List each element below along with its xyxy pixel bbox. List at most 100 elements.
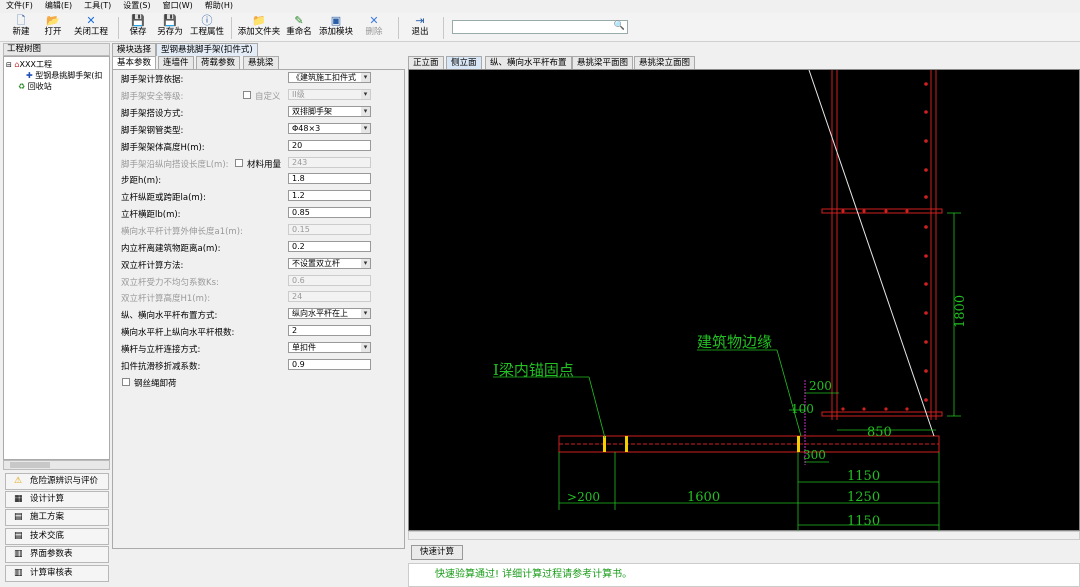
dim-1800: 1800	[953, 295, 968, 328]
dim-1150-lower: 1150	[847, 514, 880, 529]
param-select[interactable]: 不设置双立杆	[288, 258, 371, 269]
param-select[interactable]: 纵向水平杆在上	[288, 308, 371, 319]
search-input[interactable]: 🔍	[452, 20, 628, 34]
tree-scrollbar[interactable]	[3, 460, 110, 470]
param-label: 脚手架安全等级:	[121, 92, 184, 102]
nav-panel: ⚠ 危险源辨识与评价 ▦ 设计计算 ▤ 施工方案 ▤ 技术交底 ▥ 界面参数表 ▥ 计算审核…	[3, 471, 110, 587]
tab-module-select[interactable]: 模块选择	[112, 43, 157, 56]
delete-icon: ✕	[369, 14, 379, 27]
param-input[interactable]: 24	[288, 291, 371, 302]
cad-canvas[interactable]: 1800 I梁内锚固点 建筑物边缘 200 100 850 300 1150 1…	[408, 69, 1080, 532]
param-input[interactable]: 0.15	[288, 224, 371, 235]
rename-icon: ✎	[294, 14, 304, 27]
new-button[interactable]: 🗋 新建	[8, 15, 34, 40]
param-select[interactable]: 《建筑施工扣件式	[288, 72, 371, 83]
tab-load-params[interactable]: 荷载参数	[196, 56, 241, 69]
project-tree: ⊟ ⌂XXX工程 ✚ 型钢悬挑脚手架(扣 ♻ 回收站	[3, 56, 110, 460]
calculator-icon: ▦	[14, 494, 23, 504]
save-as-icon: 💾	[163, 14, 177, 27]
document-icon: ▤	[14, 531, 23, 541]
warning-icon: ⚠	[14, 476, 23, 486]
tab-basic-params[interactable]: 基本参数	[112, 56, 157, 69]
nav-design-calc[interactable]: ▦ 设计计算	[5, 491, 109, 508]
nav-hazard[interactable]: ⚠ 危险源辨识与评价	[5, 473, 109, 490]
tab-wall-ties[interactable]: 连墙件	[158, 56, 194, 69]
param-label: 横向水平杆计算外伸长度a1(m):	[121, 227, 243, 237]
param-input[interactable]: 2	[288, 325, 371, 336]
menu-tools[interactable]: 工具(T)	[78, 0, 117, 12]
save-button[interactable]: 💾 保存	[126, 15, 150, 40]
close-project-button[interactable]: ✕ 关闭工程	[72, 15, 110, 40]
param-checkbox[interactable]	[235, 159, 243, 167]
menu-file[interactable]: 文件(F)	[0, 0, 39, 12]
tab-beam-plan[interactable]: 悬挑梁平面图	[572, 56, 634, 69]
menu-window[interactable]: 窗口(W)	[157, 0, 199, 12]
dim-850: 850	[867, 425, 892, 440]
param-select[interactable]: 单扣件	[288, 342, 371, 353]
status-message: 快速验算通过! 详细计算过程请参考计算书。	[408, 563, 1080, 587]
tab-bar-layout[interactable]: 纵、横向水平杆布置	[485, 56, 572, 69]
param-checkbox[interactable]	[243, 91, 251, 99]
rope-unload-label: 钢丝绳卸荷	[134, 379, 177, 389]
canvas-scrollbar[interactable]	[408, 531, 1080, 540]
dim-100: 100	[791, 402, 814, 416]
param-checkbox-label: 自定义	[255, 92, 281, 102]
dim-300: 300	[803, 448, 826, 462]
rename-button[interactable]: ✎ 重命名	[285, 15, 313, 40]
param-label: 脚手架钢管类型:	[121, 126, 184, 136]
open-button[interactable]: 📂 打开	[40, 15, 66, 40]
tab-beam-elevation[interactable]: 悬挑梁立面图	[634, 56, 696, 69]
tab-side-elevation[interactable]: 侧立面	[446, 56, 482, 69]
table-icon: ▥	[14, 549, 23, 559]
dim-1250: 1250	[847, 490, 880, 505]
add-module-icon: ▣	[330, 14, 342, 27]
recycle-icon: ♻	[18, 82, 26, 91]
tree-item-module[interactable]: ✚ 型钢悬挑脚手架(扣	[26, 70, 102, 81]
tab-cantilever[interactable]: 悬挑梁	[243, 56, 279, 69]
dim-1600: 1600	[687, 490, 720, 505]
menu-edit[interactable]: 编辑(E)	[39, 0, 78, 12]
menu-help[interactable]: 帮助(H)	[199, 0, 239, 12]
param-input[interactable]: 1.8	[288, 173, 371, 184]
params-panel: 脚手架计算依据: 《建筑施工扣件式脚手架安全等级: II级自定义脚手架搭设方式: 双排…	[112, 69, 405, 549]
info-icon: ⓘ	[201, 14, 213, 27]
param-input[interactable]: 0.2	[288, 241, 371, 252]
label-anchor-point: I梁内锚固点	[493, 361, 574, 379]
add-module-button[interactable]: ▣ 添加模块	[318, 15, 354, 40]
param-input[interactable]: 20	[288, 140, 371, 151]
tab-front-elevation[interactable]: 正立面	[408, 56, 444, 69]
delete-button[interactable]: ✕ 删除	[362, 15, 386, 40]
param-select[interactable]: 双排脚手架	[288, 106, 371, 117]
param-label: 脚手架计算依据:	[121, 75, 184, 85]
param-input[interactable]: 243	[288, 157, 371, 168]
quick-calc-button[interactable]: 快速计算	[411, 545, 463, 560]
param-select[interactable]: Φ48×3	[288, 123, 371, 134]
menu-settings[interactable]: 设置(S)	[117, 0, 156, 12]
nav-param-table[interactable]: ▥ 界面参数表	[5, 546, 109, 563]
nav-tech-briefing[interactable]: ▤ 技术交底	[5, 528, 109, 545]
dim-200: 200	[809, 379, 832, 393]
project-properties-button[interactable]: ⓘ 工程属性	[189, 15, 225, 40]
param-label: 双立杆计算方法:	[121, 261, 184, 271]
new-file-icon: 🗋	[16, 14, 26, 27]
param-select[interactable]: II级	[288, 89, 371, 100]
param-input[interactable]: 1.2	[288, 190, 371, 201]
param-input[interactable]: 0.85	[288, 207, 371, 218]
rope-unload-checkbox[interactable]	[122, 378, 130, 386]
exit-button[interactable]: ⇥ 退出	[408, 15, 432, 40]
param-label: 立杆纵距或跨距la(m):	[121, 193, 206, 203]
tree-item-recycle[interactable]: ♻ 回收站	[18, 81, 52, 92]
search-icon: 🔍	[613, 21, 625, 31]
exit-icon: ⇥	[415, 14, 425, 27]
nav-review-table[interactable]: ▥ 计算审核表	[5, 565, 109, 582]
param-input[interactable]: 0.6	[288, 275, 371, 286]
param-label: 脚手架沿纵向搭设长度L(m):	[121, 160, 229, 170]
save-as-button[interactable]: 💾 另存为	[155, 15, 185, 40]
add-folder-button[interactable]: 📁 添加文件夹	[237, 15, 281, 40]
nav-construction-plan[interactable]: ▤ 施工方案	[5, 509, 109, 526]
tab-scaffold[interactable]: 型钢悬挑脚手架(扣件式)	[156, 43, 258, 56]
param-input[interactable]: 0.9	[288, 359, 371, 370]
param-label: 横向水平杆上纵向水平杆根数:	[121, 328, 235, 338]
param-label: 扣件抗滑移折减系数:	[121, 362, 201, 372]
param-label: 纵、横向水平杆布置方式:	[121, 311, 218, 321]
